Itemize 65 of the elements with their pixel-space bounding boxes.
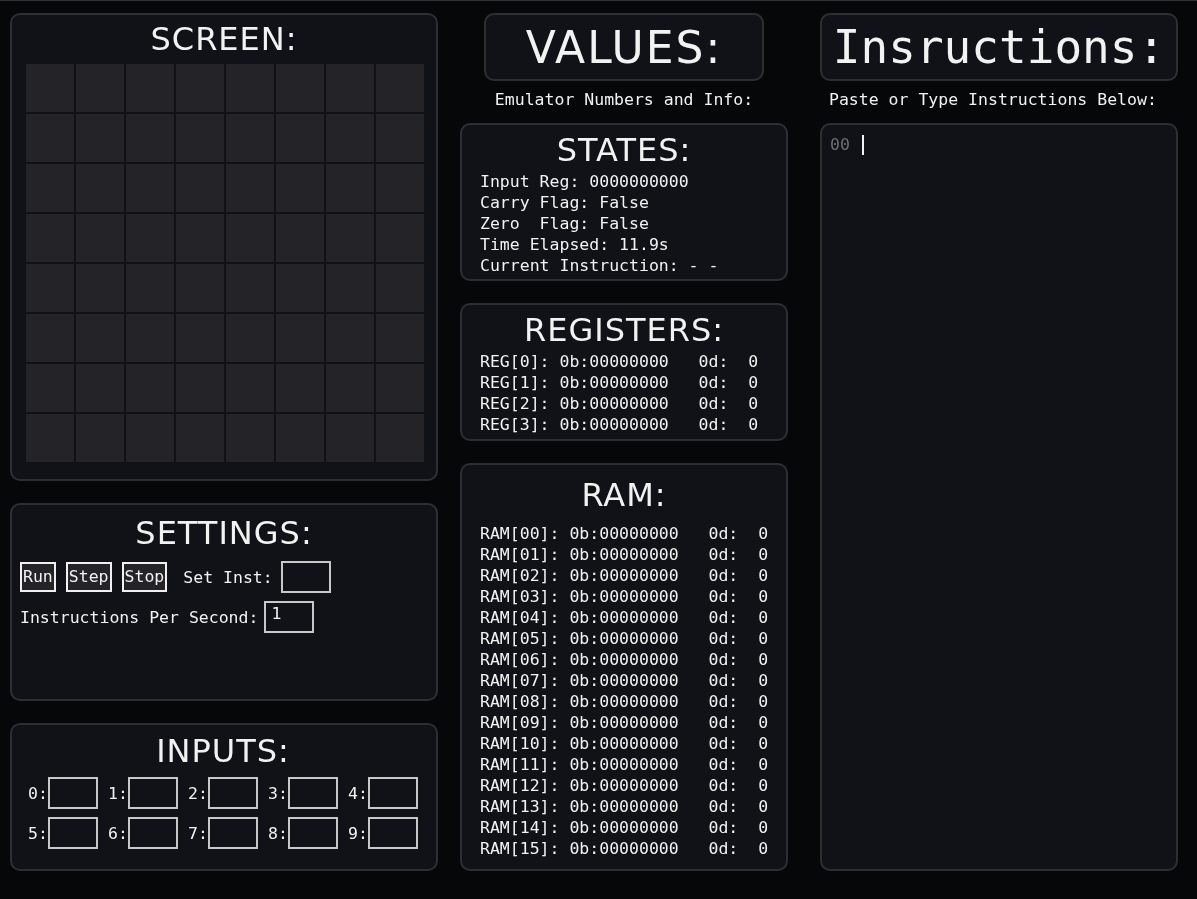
- input-field[interactable]: [207, 777, 258, 809]
- ram-line: RAM[00]: 0b:00000000 0d: 0: [480, 523, 768, 544]
- registers-title: REGISTERS:: [522, 310, 726, 351]
- input-label: 0:: [28, 783, 48, 803]
- ram-line: RAM[14]: 0b:00000000 0d: 0: [480, 817, 768, 838]
- ram-line: RAM[15]: 0b:00000000 0d: 0: [480, 838, 768, 859]
- values-title: VALUES:: [484, 13, 764, 81]
- ram-line: RAM[11]: 0b:00000000 0d: 0: [480, 754, 768, 775]
- input-label: 5:: [28, 823, 48, 843]
- control-button[interactable]: Stop: [121, 562, 168, 592]
- register-line: REG[2]: 0b:00000000 0d: 0: [480, 393, 760, 414]
- input-field[interactable]: [207, 817, 258, 849]
- speed-field[interactable]: 1: [264, 601, 315, 633]
- input-field[interactable]: [287, 817, 338, 849]
- instruction-editor[interactable]: 00: [820, 123, 1178, 871]
- state-line: Carry Flag: False: [480, 192, 650, 213]
- input-label: 1:: [108, 783, 128, 803]
- ram-line: RAM[05]: 0b:00000000 0d: 0: [480, 628, 768, 649]
- control-button[interactable]: Step: [65, 562, 112, 592]
- state-line: Zero Flag: False: [480, 213, 650, 234]
- register-line: REG[1]: 0b:00000000 0d: 0: [480, 372, 760, 393]
- input-field[interactable]: [287, 777, 338, 809]
- ram-line: RAM[03]: 0b:00000000 0d: 0: [480, 586, 768, 607]
- input-label: 2:: [188, 783, 208, 803]
- ram-title: RAM:: [580, 475, 668, 515]
- state-line: Time Elapsed: 11.9s: [480, 234, 670, 255]
- input-label: 4:: [348, 783, 368, 803]
- ram-line: RAM[06]: 0b:00000000 0d: 0: [480, 649, 768, 670]
- ram-line: RAM[13]: 0b:00000000 0d: 0: [480, 796, 768, 817]
- input-field[interactable]: [367, 777, 418, 809]
- input-field[interactable]: [127, 817, 178, 849]
- ram-line: RAM[12]: 0b:00000000 0d: 0: [480, 775, 768, 796]
- states-title: STATES:: [555, 130, 693, 171]
- set-inst-field[interactable]: [280, 561, 331, 593]
- values-subtitle: Emulator Numbers and Info:: [493, 89, 755, 111]
- input-label: 9:: [348, 823, 368, 843]
- screen-title: SCREEN:: [149, 19, 299, 59]
- ram-line: RAM[01]: 0b:00000000 0d: 0: [480, 544, 768, 565]
- input-label: 3:: [268, 783, 288, 803]
- register-line: REG[3]: 0b:00000000 0d: 0: [480, 414, 760, 435]
- input-field[interactable]: [47, 777, 98, 809]
- instructions-title: Insructions:: [820, 13, 1178, 81]
- input-label: 6:: [108, 823, 128, 843]
- instructions-subtitle: Paste or Type Instructions Below:: [828, 89, 1158, 111]
- input-label: 8:: [268, 823, 288, 843]
- ram-line: RAM[09]: 0b:00000000 0d: 0: [480, 712, 768, 733]
- set-inst-label: Set Inst:: [183, 567, 273, 587]
- state-line: Input Reg: 0000000000: [480, 171, 690, 192]
- input-field[interactable]: [47, 817, 98, 849]
- state-line: Current Instruction: - -: [480, 255, 720, 276]
- control-button[interactable]: Run: [20, 562, 56, 592]
- inputs-title: INPUTS:: [155, 731, 291, 771]
- ram-line: RAM[08]: 0b:00000000 0d: 0: [480, 691, 768, 712]
- input-field[interactable]: [367, 817, 418, 849]
- text-caret: [861, 135, 864, 155]
- ram-line: RAM[10]: 0b:00000000 0d: 0: [480, 733, 768, 754]
- line-number: 00: [830, 134, 850, 156]
- ram-line: RAM[02]: 0b:00000000 0d: 0: [480, 565, 768, 586]
- ram-line: RAM[07]: 0b:00000000 0d: 0: [480, 670, 768, 691]
- input-label: 7:: [188, 823, 208, 843]
- input-field[interactable]: [127, 777, 178, 809]
- speed-label: Instructions Per Second:: [20, 607, 259, 627]
- register-line: REG[0]: 0b:00000000 0d: 0: [480, 351, 760, 372]
- ram-line: RAM[04]: 0b:00000000 0d: 0: [480, 607, 768, 628]
- settings-title: SETTINGS:: [134, 513, 314, 553]
